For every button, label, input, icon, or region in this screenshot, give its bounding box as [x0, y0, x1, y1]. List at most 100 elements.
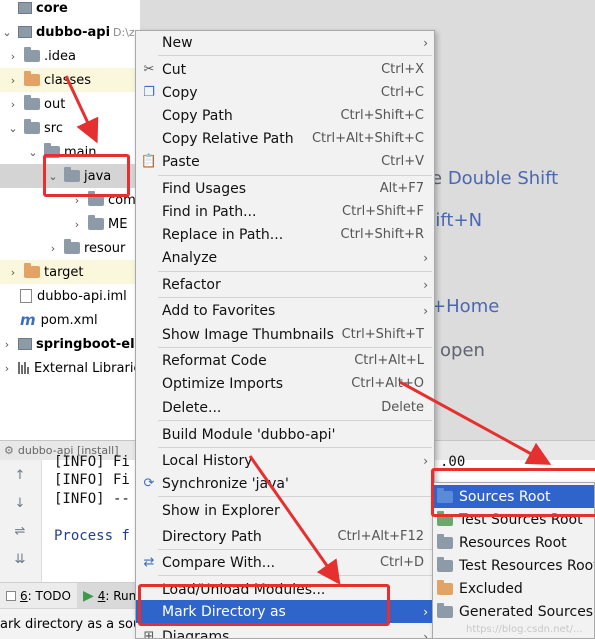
menu-item-copy-path[interactable]: Copy Path Ctrl+Shift+C: [136, 104, 434, 127]
tree-item-resources[interactable]: › resour: [0, 236, 140, 260]
project-tree: core ⌄ dubbo-api D:\zz\ › .idea › classe…: [0, 0, 140, 440]
console-line: [INFO] Fi: [54, 472, 130, 488]
up-icon[interactable]: ↑: [13, 469, 27, 482]
resources-folder-icon: [437, 533, 453, 549]
tree-item-src[interactable]: ⌄ src: [0, 116, 140, 140]
submenu-arrow-icon: ›: [423, 604, 428, 619]
submenu-arrow-icon: ›: [423, 629, 428, 639]
folder-icon: [24, 263, 40, 278]
submenu-arrow-icon: ›: [423, 277, 428, 292]
console-line: [INFO] Fi: [54, 454, 130, 470]
todo-icon: [6, 590, 16, 601]
file-icon: [20, 289, 32, 303]
menu-item-refactor[interactable]: Refactor ›: [136, 273, 434, 296]
menu-item-optimize-imports[interactable]: Optimize Imports Ctrl+Alt+O: [136, 372, 434, 395]
submenu-item-excluded[interactable]: Excluded: [433, 577, 594, 600]
submenu-arrow-icon: ›: [423, 453, 428, 468]
menu-item-paste[interactable]: 📋 Paste Ctrl+V: [136, 150, 434, 173]
tree-item-classes[interactable]: › classes: [0, 68, 140, 92]
wrap-icon[interactable]: ⇌: [13, 525, 27, 538]
scissors-icon: ✂: [143, 61, 155, 77]
menu-item-find-usages[interactable]: Find Usages Alt+F7: [136, 177, 434, 200]
compare-icon: ⇄: [143, 554, 155, 570]
context-menu: New › ✂ Cut Ctrl+X ❐ Copy Ctrl+C Copy Path Ctr…: [135, 30, 435, 639]
menu-item-add-to-favorites[interactable]: Add to Favorites ›: [136, 299, 434, 322]
menu-item-find-in-path[interactable]: Find in Path... Ctrl+Shift+F: [136, 200, 434, 223]
folder-icon: [24, 119, 40, 134]
chevron-right-icon: ›: [10, 97, 16, 111]
menu-item-diagrams[interactable]: ⊞ Diagrams ›: [136, 625, 434, 639]
diagram-icon: ⊞: [143, 628, 155, 639]
module-icon: [18, 26, 32, 38]
folder-icon: [64, 239, 80, 254]
folder-icon: [88, 215, 104, 230]
tree-item-me[interactable]: › ME: [0, 212, 140, 236]
menu-item-directory-path[interactable]: Directory Path Ctrl+Alt+F12: [136, 525, 434, 548]
chevron-down-icon: ⌄: [28, 145, 38, 159]
menu-item-analyze[interactable]: Analyze ›: [136, 246, 434, 269]
submenu-item-resources-root[interactable]: Resources Root: [433, 531, 594, 554]
folder-icon: [24, 95, 40, 110]
menu-item-cut[interactable]: ✂ Cut Ctrl+X: [136, 58, 434, 81]
menu-item-reformat-code[interactable]: Reformat Code Ctrl+Alt+L: [136, 349, 434, 372]
library-icon: [18, 362, 30, 374]
menu-item-compare-with[interactable]: ⇄ Compare With... Ctrl+D: [136, 551, 434, 574]
menu-item-delete[interactable]: Delete... Delete: [136, 396, 434, 419]
tree-item-external-libraries[interactable]: › External Libraries: [0, 356, 140, 380]
tree-item-springboot[interactable]: › springboot-elast: [0, 332, 140, 356]
gear-icon[interactable]: ⚙: [4, 444, 14, 457]
tree-item-out[interactable]: › out: [0, 92, 140, 116]
menu-item-local-history[interactable]: Local History ›: [136, 449, 434, 472]
tree-item-target[interactable]: › target: [0, 260, 140, 284]
run-toolbar: ↑ ↓ ⇌ ⇊: [0, 460, 42, 582]
folder-icon: [24, 47, 40, 62]
submenu-arrow-icon: ›: [423, 35, 428, 50]
menu-item-copy-relative-path[interactable]: Copy Relative Path Ctrl+Alt+Shift+C: [136, 127, 434, 150]
chevron-right-icon: ›: [10, 265, 16, 279]
submenu-arrow-icon: ›: [423, 250, 428, 265]
down-icon[interactable]: ↓: [13, 497, 27, 510]
chevron-right-icon: ›: [4, 337, 10, 351]
copy-icon: ❐: [143, 84, 155, 100]
submenu-item-test-resources-root[interactable]: Test Resources Root: [433, 554, 594, 577]
scroll-end-icon[interactable]: ⇊: [13, 553, 27, 566]
module-icon: [18, 338, 32, 350]
hint-navigation-bar: t+Home: [424, 296, 500, 317]
menu-item-new[interactable]: New ›: [136, 31, 434, 54]
chevron-right-icon: ›: [10, 49, 16, 63]
sync-icon: ⟳: [143, 475, 155, 491]
menu-item-show-image-thumbnails[interactable]: Show Image Thumbnails Ctrl+Shift+T: [136, 323, 434, 346]
module-icon: [18, 2, 32, 14]
tab-run[interactable]: ▶ 4: Run: [76, 582, 143, 609]
annotation-box-java: [43, 154, 130, 197]
tree-item-core[interactable]: core: [0, 0, 140, 20]
chevron-right-icon: ›: [50, 241, 56, 255]
watermark: https://blog.csdn.net/...: [466, 624, 583, 635]
console-line: Process f: [54, 528, 130, 544]
paste-icon: 📋: [140, 153, 158, 169]
console-line: [INFO] --: [54, 491, 130, 507]
tree-item-iml[interactable]: dubbo-api.iml: [0, 284, 140, 308]
tab-todo[interactable]: 6: TODO: [0, 583, 77, 609]
test-resources-folder-icon: [437, 556, 453, 572]
chevron-down-icon: ⌄: [2, 25, 12, 39]
tree-item-dubbo-api[interactable]: ⌄ dubbo-api D:\zz\: [0, 20, 140, 44]
generated-folder-icon: [437, 602, 453, 618]
submenu-item-generated-sources-root[interactable]: Generated Sources Ro: [433, 600, 594, 623]
hint-search-everywhere: re Double Shift: [424, 168, 559, 189]
maven-icon: m: [20, 311, 36, 329]
menu-item-replace-in-path[interactable]: Replace in Path... Ctrl+Shift+R: [136, 223, 434, 246]
menu-item-show-in-explorer[interactable]: Show in Explorer: [136, 499, 434, 522]
menu-item-synchronize[interactable]: ⟳ Synchronize 'java': [136, 472, 434, 495]
chevron-right-icon: ›: [10, 73, 16, 87]
tree-item-idea[interactable]: › .idea: [0, 44, 140, 68]
tree-item-pom[interactable]: m pom.xml: [0, 308, 140, 332]
hint-drop-files: open: [440, 340, 485, 361]
folder-icon: [24, 71, 40, 86]
menu-item-copy[interactable]: ❐ Copy Ctrl+C: [136, 81, 434, 104]
chevron-right-icon: ›: [74, 217, 80, 231]
menu-item-build-module[interactable]: Build Module 'dubbo-api': [136, 423, 434, 446]
run-icon: ▶: [82, 587, 94, 604]
status-text: ark directory as a sou: [0, 616, 142, 632]
chevron-down-icon: ⌄: [8, 121, 18, 135]
